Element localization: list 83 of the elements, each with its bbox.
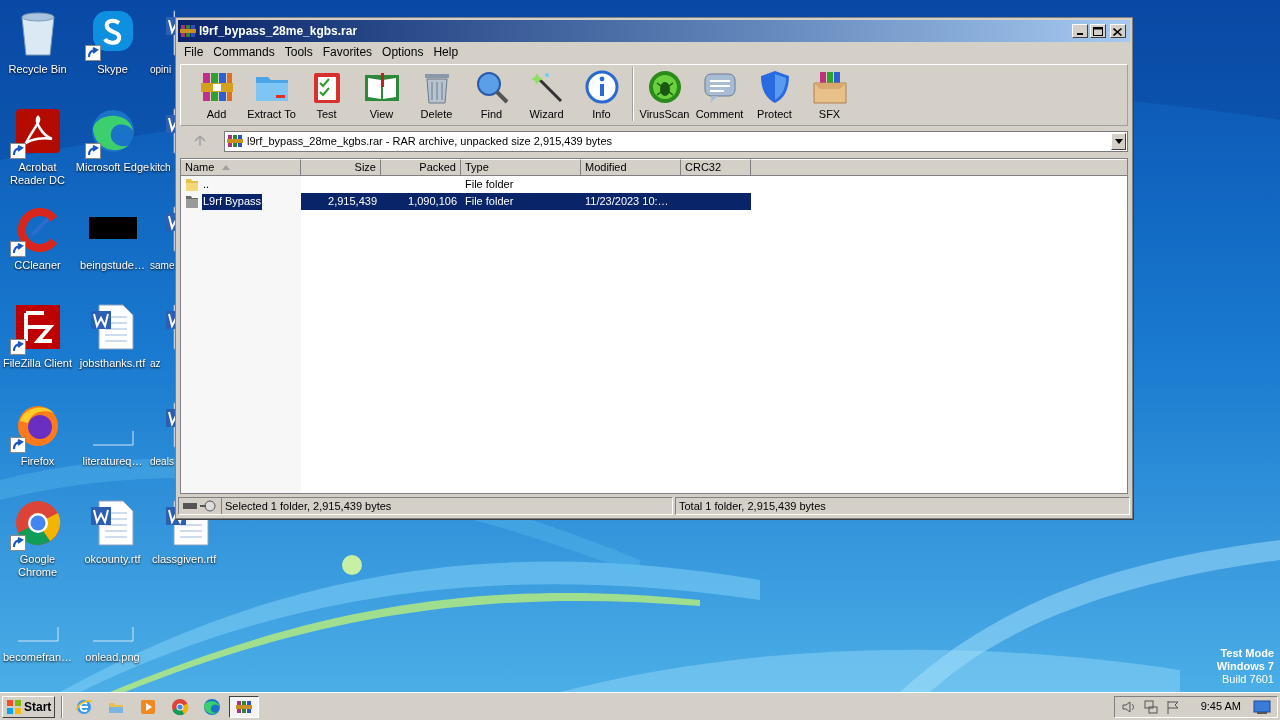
table-cell-text: File folder	[465, 194, 514, 210]
close-button[interactable]	[1110, 24, 1126, 38]
menu-item[interactable]: Options	[377, 43, 429, 61]
box-icon	[811, 69, 848, 105]
sort-arrow-icon	[222, 165, 231, 170]
windows-logo-icon	[6, 698, 22, 715]
round-logo-icon	[171, 697, 190, 716]
icon-label[interactable]: kitch	[150, 161, 171, 174]
table-cell-text: File folder	[465, 177, 514, 193]
notice-text: Build 7601	[1222, 673, 1274, 686]
monitor-icon[interactable]	[1253, 698, 1271, 715]
status-text: Total 1 folder, 2,915,439 bytes	[679, 498, 826, 514]
minimize-button[interactable]	[1072, 24, 1088, 38]
books-icon	[227, 133, 243, 149]
column-header[interactable]: Size	[301, 159, 381, 176]
icon-label[interactable]: opini	[150, 63, 172, 76]
icon-label[interactable]: FileZilla Client	[0, 357, 75, 370]
notice-text: Test Mode	[1220, 647, 1274, 660]
e-globe-icon	[75, 697, 94, 716]
up-arrow-icon	[194, 135, 206, 147]
word-document-icon[interactable]	[88, 303, 137, 351]
toolbar-button[interactable]: Add	[189, 67, 244, 125]
books-icon	[180, 23, 196, 39]
taskbar-button[interactable]	[229, 695, 260, 718]
column-header[interactable]: CRC32	[681, 159, 751, 176]
icon-label[interactable]: Skype	[75, 63, 150, 76]
drive-and-key-icon	[182, 500, 218, 512]
maximize-icon	[1093, 26, 1103, 36]
toolbar-button[interactable]: Info	[574, 67, 629, 125]
icon-label[interactable]: Firefox	[0, 455, 75, 468]
toolbar-button[interactable]: Find	[464, 67, 519, 125]
column-header[interactable]: Type	[461, 159, 581, 176]
table-cell-text: 11/23/2023 10:…	[585, 194, 669, 210]
toolbar-button[interactable]: VirusScan	[637, 67, 692, 125]
menu-item[interactable]: Commands	[208, 43, 280, 61]
icon-label[interactable]: same	[150, 259, 175, 272]
bug-icon	[646, 69, 683, 105]
flag-icon[interactable]	[1164, 698, 1181, 715]
wave-logo-icon	[203, 697, 222, 716]
toolbar-button[interactable]: Comment	[692, 67, 747, 125]
word-document-icon[interactable]	[88, 499, 137, 547]
icon-label[interactable]: beingstude…	[75, 259, 150, 272]
table-cell-text: 1,090,106	[408, 194, 457, 210]
file-name[interactable]: ..	[202, 176, 211, 193]
clock[interactable]: 9:45 AM	[1200, 698, 1241, 715]
round-logo-icon[interactable]	[13, 499, 62, 547]
toolbar-button[interactable]: Extract To	[244, 67, 299, 125]
minimize-icon	[1077, 33, 1083, 35]
column-header[interactable]: Name	[181, 159, 301, 176]
icon-label[interactable]: Microsoft Edge	[75, 161, 150, 174]
caret-icon	[1114, 138, 1123, 144]
icon-label[interactable]: Recycle Bin	[0, 63, 75, 76]
menu-item[interactable]: Help	[428, 43, 464, 61]
speaker-icon[interactable]	[1120, 698, 1137, 715]
notice-text: Windows 7	[1216, 660, 1274, 673]
play-icon	[139, 697, 158, 716]
dropdown-button[interactable]	[1111, 132, 1126, 150]
address-field[interactable]: l9rf_bypass_28me_kgbs.rar - RAR archive, unpacked size 2,915,439 bytes	[224, 130, 1128, 152]
start-button[interactable]: Start	[2, 695, 56, 718]
toolbar-button[interactable]: Wizard	[519, 67, 574, 125]
toolbar-button[interactable]: Protect	[747, 67, 802, 125]
info-icon	[583, 69, 620, 105]
document-logo-icon[interactable]	[13, 107, 62, 155]
status-text: Selected 1 folder, 2,915,439 bytes	[221, 498, 392, 514]
window-title: l9rf_bypass_28me_kgbs.rar	[199, 23, 359, 40]
icon-label[interactable]: Acrobat Reader DC	[0, 161, 75, 187]
column-header[interactable]: Modified	[581, 159, 681, 176]
toolbar-button[interactable]: Delete	[409, 67, 464, 125]
icon-label[interactable]: CCleaner	[0, 259, 75, 272]
icon-label[interactable]: az	[150, 357, 161, 370]
table-cell-text: 2,915,439	[328, 194, 377, 210]
maximize-button[interactable]	[1090, 24, 1106, 38]
toolbar-button[interactable]: Test	[299, 67, 354, 125]
toolbar-button[interactable]: View	[354, 67, 409, 125]
close-icon	[1113, 26, 1123, 36]
menu-item[interactable]: Tools	[279, 43, 318, 61]
menu-item[interactable]: File	[179, 43, 209, 61]
toolbar-button[interactable]: SFX	[802, 67, 857, 125]
menu-item[interactable]: Favorites	[317, 43, 378, 61]
network-icon[interactable]	[1142, 698, 1159, 715]
column-header[interactable]: Packed	[381, 159, 461, 176]
icon-label[interactable]: jobsthanks.rtf	[75, 357, 150, 370]
filezilla-logo-icon[interactable]	[13, 303, 62, 351]
